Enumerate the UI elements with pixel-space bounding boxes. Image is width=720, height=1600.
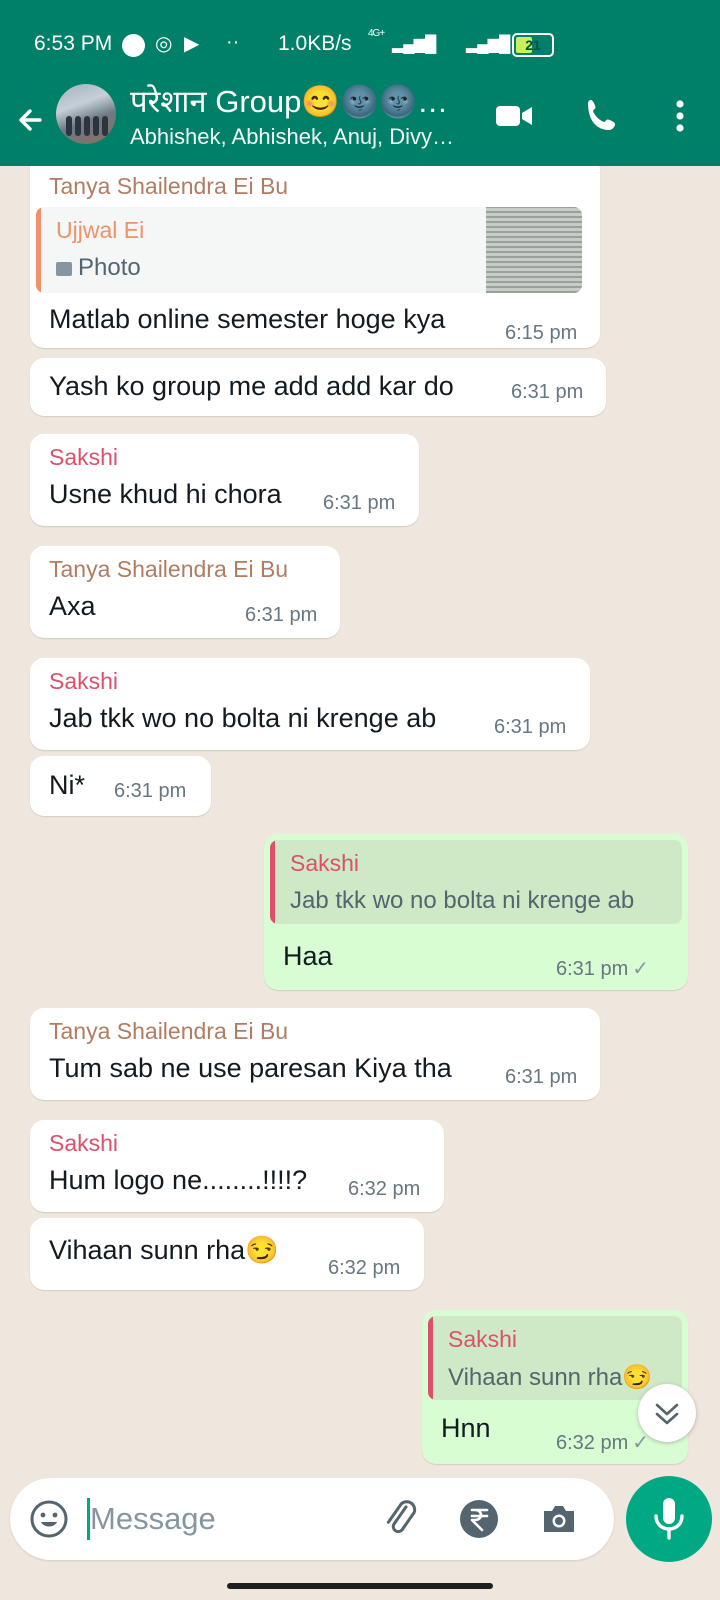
network-type: 4G+ — [368, 28, 385, 39]
message-text: Hum logo ne........!!!!? — [49, 1165, 308, 1195]
message-time: 6:32 pm — [328, 1257, 401, 1279]
message-text: Haa — [283, 941, 333, 971]
outgoing-message-bubble[interactable]: Sakshi Jab tkk wo no bolta ni krenge ab … — [264, 834, 688, 990]
message-bubble[interactable]: Sakshi Usne khud hi chora 6:31 pm — [30, 434, 419, 526]
video-call-icon[interactable] — [492, 94, 536, 138]
message-text: Jab tkk wo no bolta ni krenge ab — [49, 703, 437, 733]
sent-check-icon: ✓ — [632, 958, 650, 980]
back-arrow-icon[interactable] — [10, 98, 54, 142]
notification-dot-icon — [122, 34, 145, 57]
system-nav-bar — [0, 1568, 720, 1600]
message-bubble[interactable]: Ni* 6:31 pm — [30, 756, 211, 816]
rupee-payment-icon[interactable] — [456, 1496, 502, 1542]
message-bubble[interactable]: Tanya Shailendra Ei Bu Axa 6:31 pm — [30, 546, 340, 638]
status-time: 6:53 PM — [34, 32, 113, 55]
message-time: 6:15 pm — [505, 322, 578, 344]
reply-quote[interactable]: Ujjwal Ei Photo — [36, 207, 582, 293]
message-bubble[interactable]: Vihaan sunn rha😏 6:32 pm — [30, 1218, 424, 1290]
attach-icon[interactable] — [378, 1496, 424, 1542]
message-time: 6:31 pm — [323, 492, 396, 514]
message-bubble[interactable]: Tanya Shailendra Ei Bu Ujjwal Ei Photo M… — [30, 166, 600, 348]
message-bubble[interactable]: Tanya Shailendra Ei Bu Tum sab ne use pa… — [30, 1008, 600, 1100]
sender-name: Sakshi — [49, 444, 119, 470]
message-time: 6:31 pm ✓ — [556, 956, 649, 981]
message-time: 6:31 pm — [505, 1066, 578, 1088]
battery-icon: 21 — [512, 33, 554, 57]
message-time-label: 6:31 pm — [556, 958, 629, 980]
message-time: 6:32 pm — [348, 1178, 421, 1200]
music-app-icon: ◎ — [155, 33, 173, 55]
sender-name: Sakshi — [49, 668, 119, 694]
signal-2-icon: ▂▄▆█ — [466, 36, 510, 53]
message-time: 6:31 pm — [511, 381, 584, 403]
camera-icon[interactable] — [536, 1496, 582, 1542]
photo-icon — [56, 261, 72, 276]
quoted-photo-thumbnail — [486, 207, 582, 293]
message-list[interactable]: Tanya Shailendra Ei Bu Ujjwal Ei Photo M… — [0, 166, 720, 1466]
sender-name: Tanya Shailendra Ei Bu — [49, 1018, 289, 1044]
message-time-label: 6:32 pm — [556, 1432, 629, 1454]
message-text: Ni* — [49, 770, 86, 800]
more-notifications-icon: ·· — [226, 31, 240, 53]
message-bubble[interactable]: Sakshi Jab tkk wo no bolta ni krenge ab … — [30, 658, 590, 750]
scroll-to-bottom-button[interactable] — [638, 1384, 696, 1442]
emoji-icon[interactable] — [26, 1496, 72, 1542]
youtube-icon: ▶ — [184, 33, 200, 55]
quoted-sender: Sakshi — [290, 850, 360, 876]
message-bubble[interactable]: Sakshi Hum logo ne........!!!!? 6:32 pm — [30, 1120, 444, 1212]
quoted-sender: Ujjwal Ei — [56, 217, 145, 243]
message-time: 6:31 pm — [494, 716, 567, 738]
quoted-text: Photo — [56, 254, 141, 282]
message-bubble[interactable]: Yash ko group me add add kar do 6:31 pm — [30, 358, 606, 416]
status-bar: 6:53 PM ◎ ▶ ·· 1.0KB/s 4G+ ▂▄▆█ ▂▄▆█ 21 — [0, 0, 720, 84]
more-options-icon[interactable] — [658, 94, 702, 138]
chat-title[interactable]: परेशान Group😊🌚🌚… — [130, 80, 448, 122]
message-text: Vihaan sunn rha😏 — [49, 1235, 279, 1265]
quoted-text: Jab tkk wo no bolta ni krenge ab — [290, 887, 635, 914]
quoted-sender: Sakshi — [448, 1326, 518, 1352]
chat-header: परेशान Group😊🌚🌚… Abhishek, Abhishek, Anu… — [0, 84, 720, 166]
chat-members[interactable]: Abhishek, Abhishek, Anuj, Divy… — [130, 124, 454, 150]
scroll-down-icon — [655, 1403, 679, 1425]
message-time: 6:31 pm — [245, 604, 318, 626]
message-input[interactable]: Message — [90, 1501, 216, 1537]
message-text: Axa — [49, 591, 96, 621]
sender-name: Tanya Shailendra Ei Bu — [49, 173, 289, 199]
voice-record-button[interactable] — [626, 1476, 712, 1562]
message-time: 6:32 pm ✓ — [556, 1430, 649, 1455]
message-composer: Message — [10, 1478, 614, 1560]
sender-name: Tanya Shailendra Ei Bu — [49, 556, 289, 582]
group-avatar[interactable] — [56, 84, 116, 144]
reply-quote[interactable]: Sakshi Jab tkk wo no bolta ni krenge ab — [270, 840, 682, 924]
battery-level: 21 — [525, 37, 541, 53]
home-gesture-handle[interactable] — [227, 1583, 493, 1589]
quoted-text: Vihaan sunn rha😏 — [448, 1364, 653, 1391]
net-speed: 1.0KB/s — [278, 32, 352, 55]
mic-icon — [654, 1498, 684, 1540]
message-text: Matlab online semester hoge kya — [49, 304, 446, 334]
message-text: Usne khud hi chora — [49, 479, 282, 509]
message-text: Yash ko group me add add kar do — [49, 371, 454, 401]
voice-call-icon[interactable] — [580, 94, 624, 138]
message-text: Hnn — [441, 1413, 491, 1443]
quoted-text-label: Photo — [78, 254, 141, 281]
signal-icon: ▂▄▆█ — [392, 36, 436, 53]
sender-name: Sakshi — [49, 1130, 119, 1156]
message-time: 6:31 pm — [114, 780, 187, 802]
message-text: Tum sab ne use paresan Kiya tha — [49, 1053, 452, 1083]
